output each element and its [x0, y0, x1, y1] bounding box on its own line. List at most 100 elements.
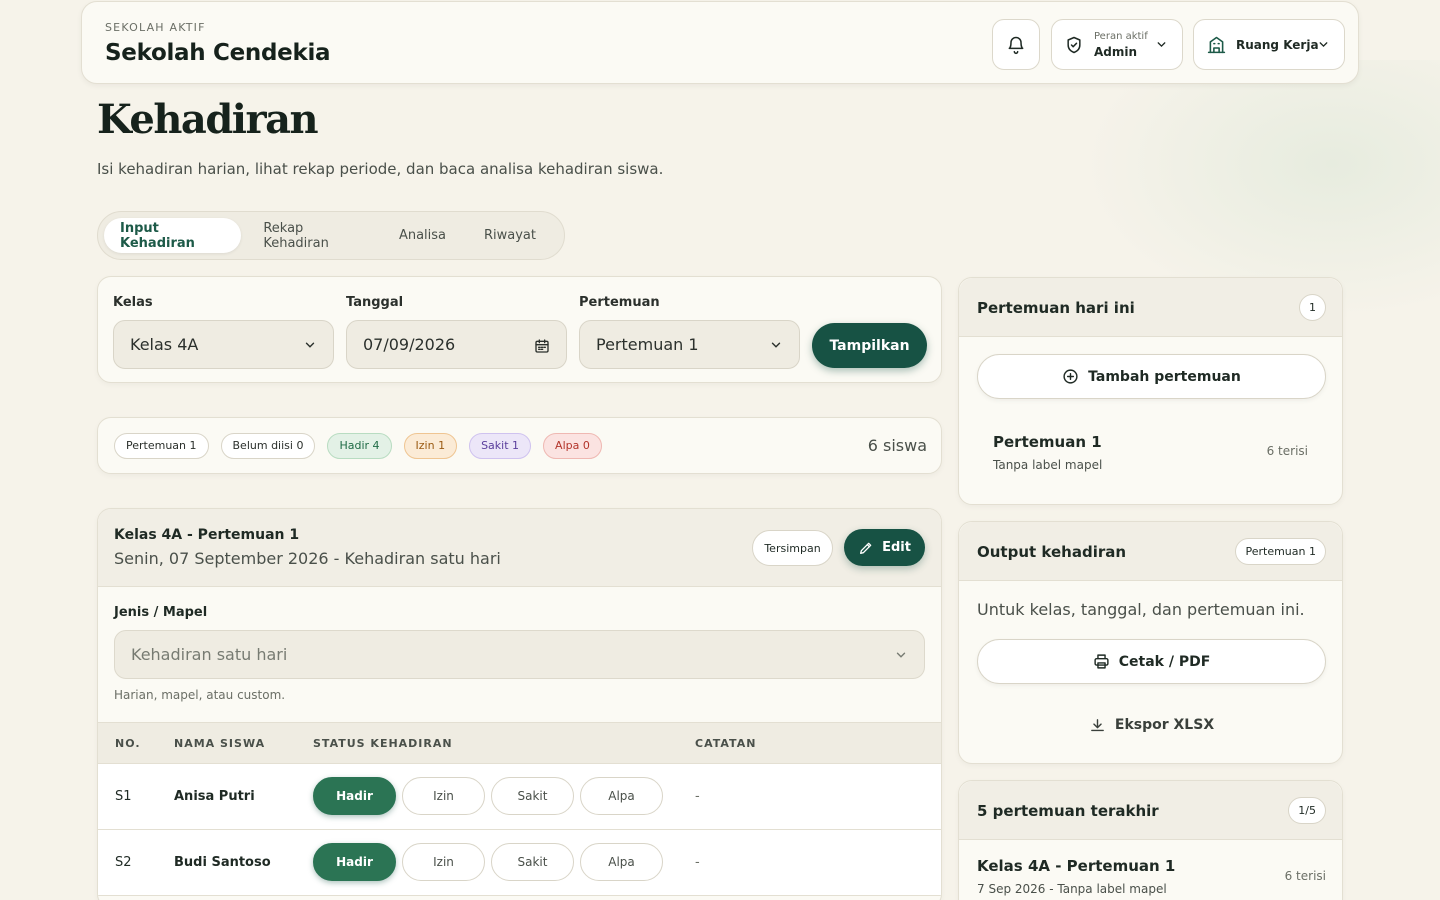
status-hadir-button[interactable]: Hadir [313, 777, 396, 815]
column-catatan: CATATAN [695, 737, 757, 750]
today-sessions-count: 1 [1299, 294, 1326, 321]
shield-icon [1067, 36, 1081, 53]
edit-button-label: Edit [882, 540, 911, 555]
izin-pill: Izin 1 [403, 432, 458, 459]
today-sessions-title: Pertemuan hari ini [977, 299, 1135, 317]
tanggal-input[interactable]: 07/09/2026 [346, 320, 567, 369]
output-title: Output kehadiran [977, 543, 1127, 561]
column-status: STATUS KEHADIRAN [313, 737, 453, 750]
alpa-pill: Alpa 0 [543, 432, 602, 459]
student-name: Budi Santoso [174, 855, 271, 870]
filter-card: Kelas Kelas 4A Tanggal 07/09/2026 Pertem… [97, 276, 942, 383]
workspace-switcher[interactable]: Ruang Kerja [1193, 19, 1345, 70]
tab-rekap-kehadiran[interactable]: Rekap Kehadiran [247, 218, 377, 253]
chevron-down-icon [896, 652, 906, 658]
pencil-icon [860, 542, 872, 554]
today-session-title: Pertemuan 1 [993, 433, 1102, 451]
session-card: Kelas 4A - Pertemuan 1 Senin, 07 Septemb… [97, 508, 942, 900]
output-header: Output kehadiran Pertemuan 1 [959, 522, 1342, 581]
role-switcher[interactable]: Peran aktif Admin [1051, 19, 1183, 70]
pertemuan-pill: Pertemuan 1 [114, 432, 209, 459]
saved-status-badge: Tersimpan [752, 530, 833, 566]
kelas-label: Kelas [113, 295, 153, 310]
table-row: S2 Budi Santoso Hadir Izin Sakit Alpa - [98, 830, 941, 896]
row-number: S2 [115, 855, 132, 870]
tab-analisa[interactable]: Analisa [383, 218, 462, 253]
recent-sessions-card: 5 pertemuan terakhir 1/5 Kelas 4A - Pert… [958, 780, 1343, 900]
download-icon [1091, 718, 1104, 731]
session-subtitle: Senin, 07 September 2026 - Kehadiran sat… [114, 549, 501, 568]
pertemuan-select[interactable]: Pertemuan 1 [579, 320, 800, 369]
jenis-mapel-help: Harian, mapel, atau custom. [114, 688, 286, 702]
calendar-icon[interactable] [534, 338, 550, 354]
row-number: S1 [115, 789, 132, 804]
chevron-down-icon [1157, 42, 1166, 48]
table-row: S1 Anisa Putri Hadir Izin Sakit Alpa - [98, 764, 941, 830]
edit-button[interactable]: Edit [844, 529, 925, 566]
export-xlsx-label: Ekspor XLSX [1114, 717, 1215, 733]
today-session-count: 6 terisi [1266, 444, 1308, 458]
workspace-label: Ruang Kerja [1236, 37, 1319, 52]
recent-sessions-title: 5 pertemuan terakhir [977, 802, 1159, 820]
top-bar: SEKOLAH AKTIF Sekolah Cendekia Peran akt… [81, 1, 1359, 84]
output-description: Untuk kelas, tanggal, dan pertemuan ini. [977, 600, 1305, 619]
role-value: Admin [1094, 44, 1138, 59]
column-nama-siswa: NAMA SISWA [174, 737, 266, 750]
recent-session-item[interactable]: Kelas 4A - Pertemuan 1 7 Sep 2026 - Tanp… [959, 841, 1342, 900]
recent-session-subtitle: 7 Sep 2026 - Tanpa label mapel [977, 882, 1167, 896]
export-xlsx-button[interactable]: Ekspor XLSX [977, 710, 1326, 740]
today-sessions-header: Pertemuan hari ini 1 [959, 278, 1342, 337]
session-title: Kelas 4A - Pertemuan 1 [114, 527, 300, 543]
add-session-button[interactable]: Tambah pertemuan [977, 354, 1326, 399]
status-izin-button[interactable]: Izin [402, 777, 485, 815]
status-alpa-button[interactable]: Alpa [580, 843, 663, 881]
belum-diisi-pill: Belum diisi 0 [220, 432, 316, 459]
recent-sessions-header: 5 pertemuan terakhir 1/5 [959, 781, 1342, 840]
role-caption: Peran aktif [1094, 30, 1148, 42]
today-session-item[interactable]: Pertemuan 1 Tanpa label mapel 6 terisi [977, 418, 1326, 478]
add-session-label: Tambah pertemuan [1088, 368, 1241, 385]
tanggal-value: 07/09/2026 [363, 335, 456, 354]
recent-session-count: 6 terisi [1284, 869, 1326, 883]
status-izin-button[interactable]: Izin [402, 843, 485, 881]
kelas-select[interactable]: Kelas 4A [113, 320, 334, 369]
notifications-button[interactable] [992, 19, 1040, 70]
tampilkan-button[interactable]: Tampilkan [812, 323, 927, 368]
school-name: Sekolah Cendekia [105, 40, 331, 66]
chevron-down-icon [305, 342, 315, 348]
pertemuan-value: Pertemuan 1 [596, 335, 699, 354]
print-pdf-label: Cetak / PDF [1118, 653, 1211, 670]
chevron-down-icon [771, 342, 781, 348]
tanggal-label: Tanggal [346, 295, 404, 310]
jenis-mapel-label: Jenis / Mapel [114, 605, 208, 620]
summary-bar: Pertemuan 1 Belum diisi 0 Hadir 4 Izin 1… [97, 417, 942, 474]
jenis-mapel-select[interactable]: Kehadiran satu hari [114, 630, 925, 679]
status-alpa-button[interactable]: Alpa [580, 777, 663, 815]
hadir-pill: Hadir 4 [327, 432, 392, 459]
kelas-value: Kelas 4A [130, 335, 199, 354]
page-title: Kehadiran [97, 96, 319, 143]
print-pdf-button[interactable]: Cetak / PDF [977, 639, 1326, 684]
tab-riwayat[interactable]: Riwayat [468, 218, 552, 253]
recent-session-title: Kelas 4A - Pertemuan 1 [977, 857, 1176, 875]
note-cell[interactable]: - [695, 855, 700, 870]
chevron-down-icon [1319, 42, 1328, 48]
bell-icon [1008, 36, 1024, 54]
status-sakit-button[interactable]: Sakit [491, 777, 574, 815]
status-hadir-button[interactable]: Hadir [313, 843, 396, 881]
table-header: NO. NAMA SISWA STATUS KEHADIRAN CATATAN [98, 722, 941, 764]
student-count: 6 siswa [867, 436, 927, 455]
tab-input-kehadiran[interactable]: Input Kehadiran [104, 218, 242, 253]
session-header: Kelas 4A - Pertemuan 1 Senin, 07 Septemb… [98, 509, 941, 587]
status-sakit-button[interactable]: Sakit [491, 843, 574, 881]
output-session-badge: Pertemuan 1 [1235, 538, 1326, 565]
active-school-label: SEKOLAH AKTIF [105, 21, 206, 34]
column-no: NO. [115, 737, 141, 750]
note-cell[interactable]: - [695, 789, 700, 804]
page-subtitle: Isi kehadiran harian, lihat rekap period… [97, 160, 664, 178]
student-name: Anisa Putri [174, 789, 255, 804]
building-icon [1207, 36, 1226, 54]
today-sessions-card: Pertemuan hari ini 1 Tambah pertemuan Pe… [958, 277, 1343, 505]
plus-circle-icon [1063, 369, 1078, 384]
pertemuan-label: Pertemuan [579, 295, 660, 310]
